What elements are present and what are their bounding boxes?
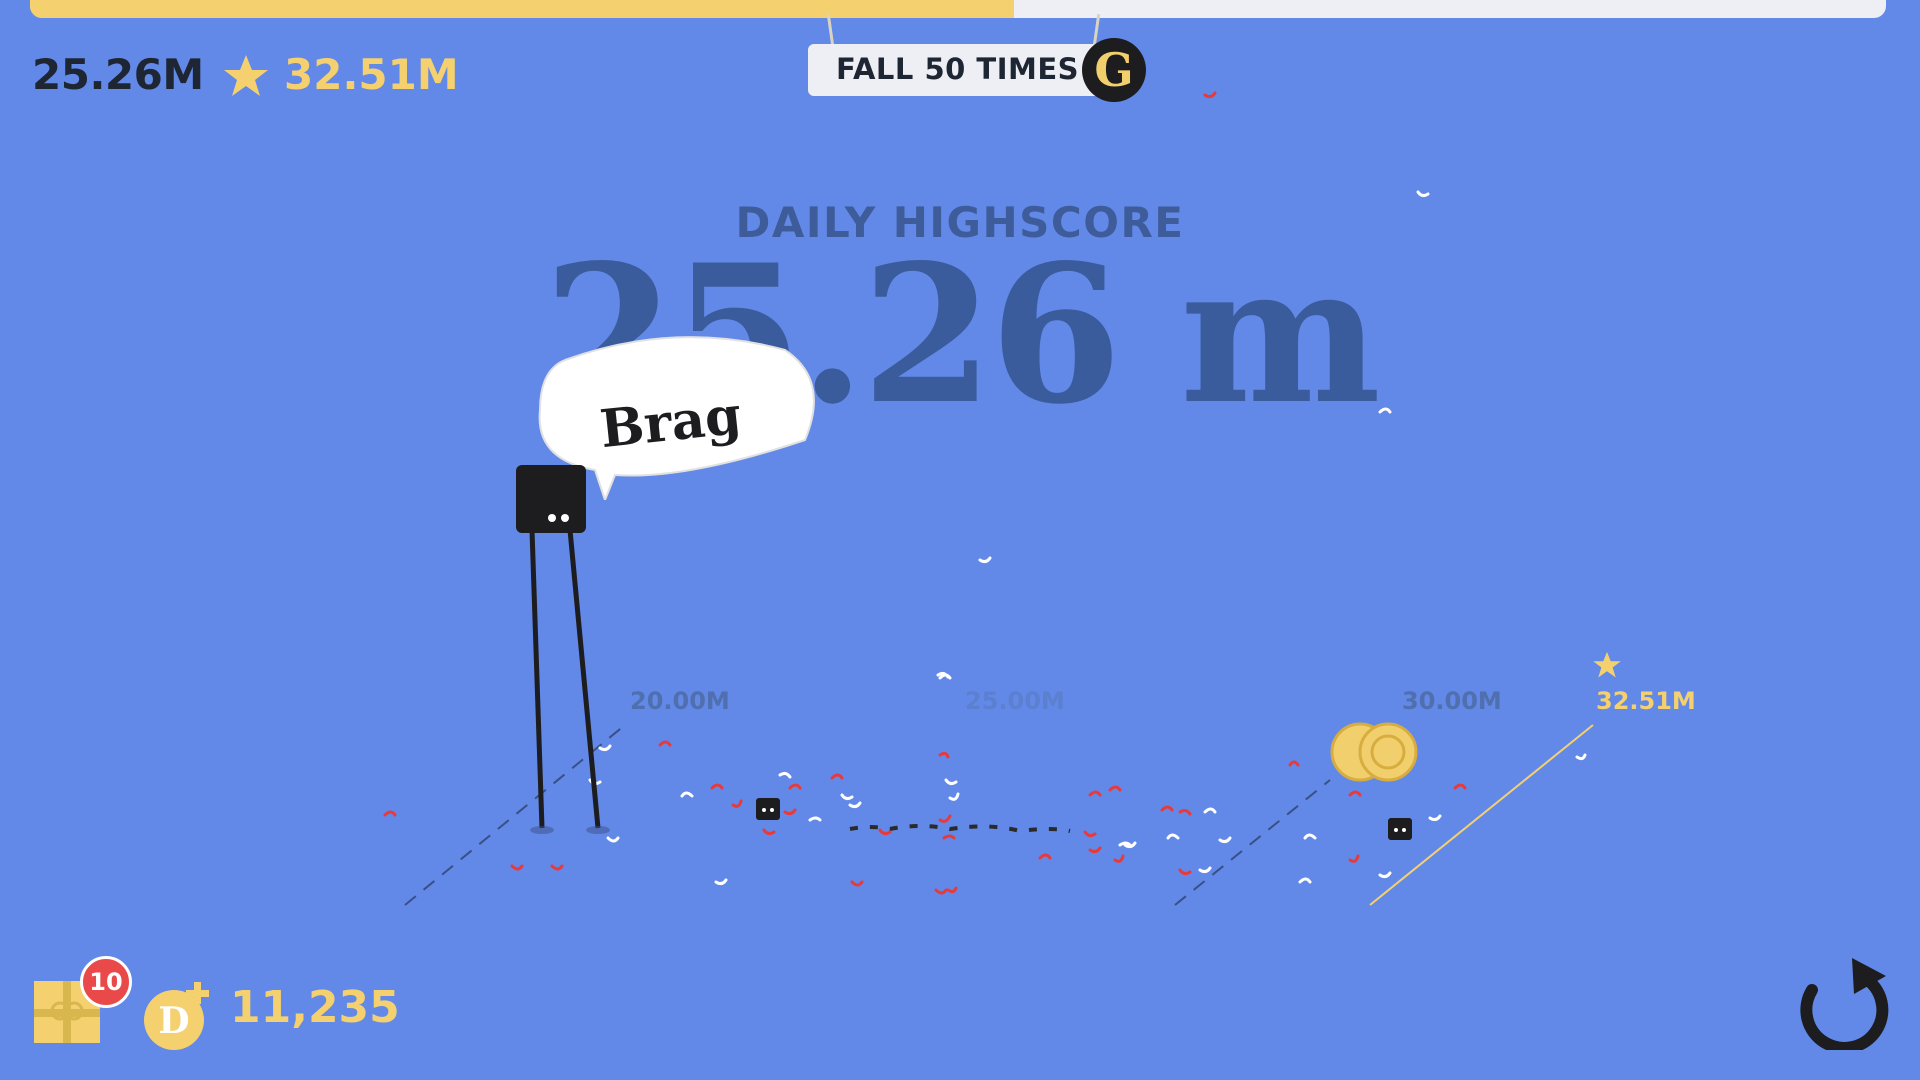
marker-30m: 30.00M bbox=[1402, 687, 1502, 715]
gift-count-badge: 10 bbox=[80, 956, 132, 1008]
player-character bbox=[516, 465, 610, 834]
coin-balance: 11,235 bbox=[230, 982, 400, 1033]
coin-pickups bbox=[1330, 722, 1418, 782]
retry-icon[interactable] bbox=[1790, 950, 1890, 1050]
coin-plus-icon[interactable]: D bbox=[140, 978, 216, 1050]
marker-best: 32.51M bbox=[1596, 687, 1696, 715]
star-icon bbox=[1593, 651, 1621, 678]
marker-20m: 20.00M bbox=[630, 687, 730, 715]
track-scene bbox=[383, 91, 1594, 906]
svg-text:D: D bbox=[158, 1000, 189, 1042]
marker-25m: 25.00M bbox=[965, 687, 1065, 715]
small-characters bbox=[756, 798, 1412, 840]
